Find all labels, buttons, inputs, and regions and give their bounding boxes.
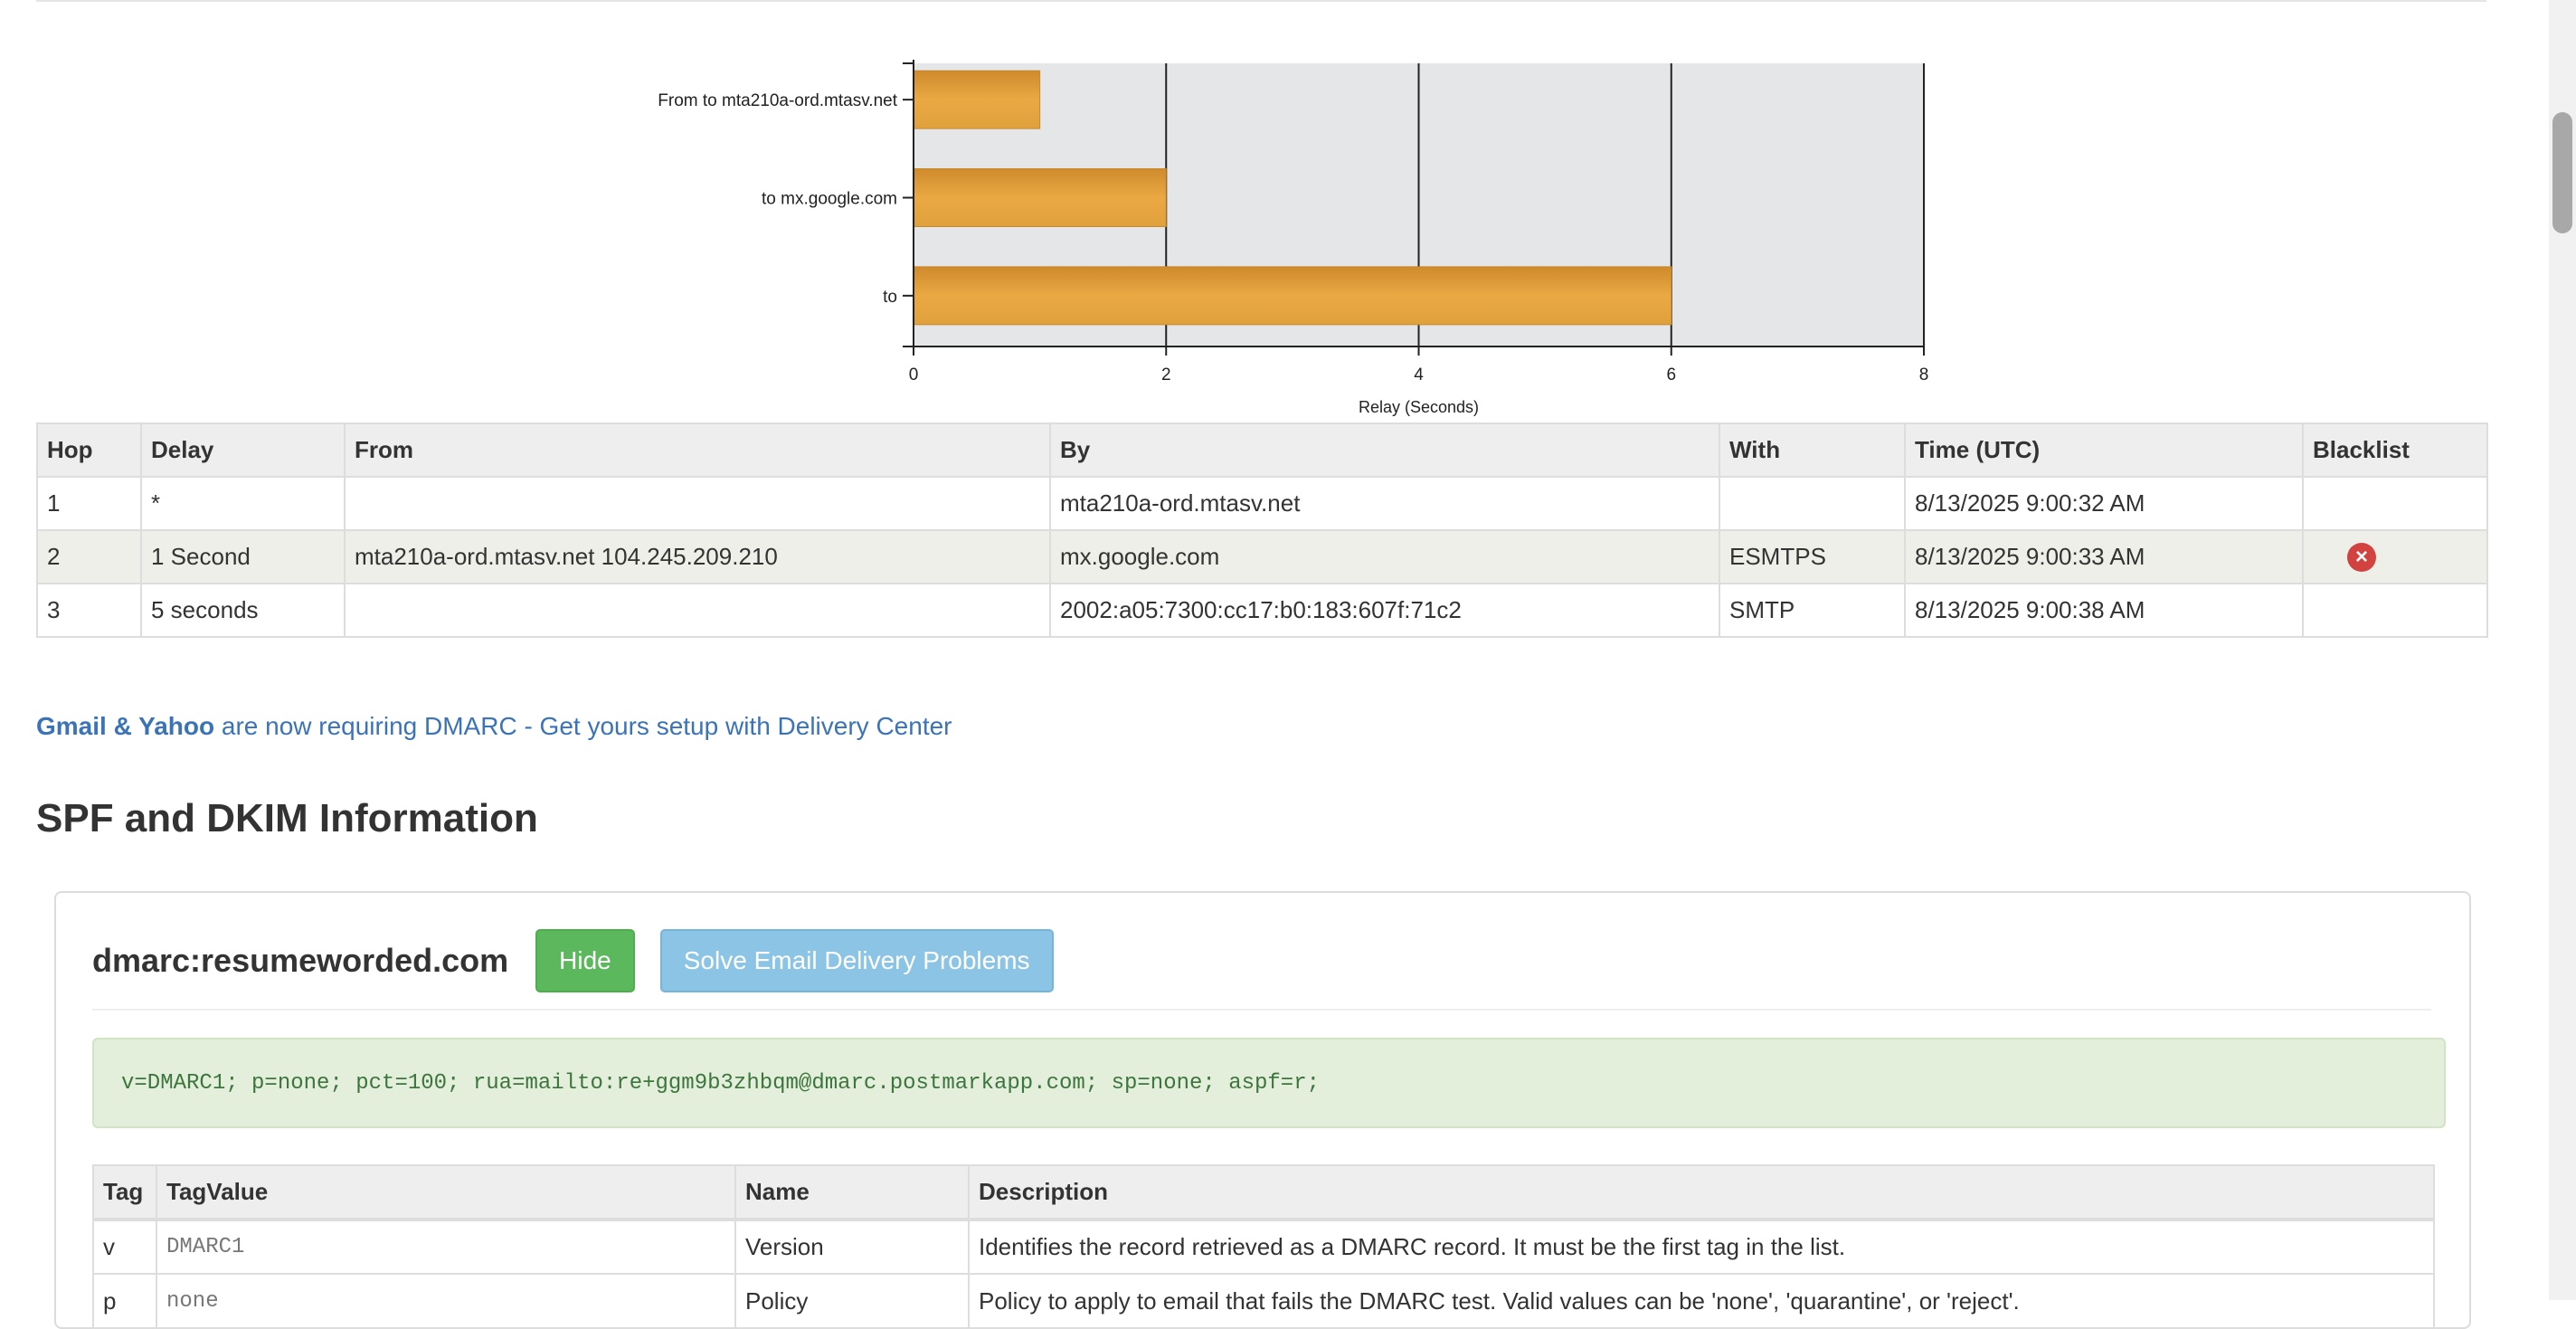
time-cell: 8/13/2025 9:00:32 AM xyxy=(1904,476,2304,531)
relay-chart: From to mta210a-ord.mtasv.net to mx.googl… xyxy=(658,60,1929,416)
col-blacklist: Blacklist xyxy=(2302,422,2488,478)
table-header-row: Tag TagValue Name Description xyxy=(92,1164,2435,1221)
x-circle-icon[interactable]: × xyxy=(2347,543,2376,572)
delay-cell: 1 Second xyxy=(140,529,346,584)
hops-table: Hop Delay From By With Time (UTC) Blackl… xyxy=(36,422,2488,638)
blacklist-cell xyxy=(2302,476,2488,531)
tagvalue-cell: DMARC1 xyxy=(156,1219,736,1275)
blacklist-cell: × xyxy=(2302,529,2488,584)
col-description: Description xyxy=(968,1164,2435,1221)
time-cell: 8/13/2025 9:00:38 AM xyxy=(1904,583,2304,638)
col-time: Time (UTC) xyxy=(1904,422,2304,478)
chart-xtick-label: 0 xyxy=(909,365,919,384)
tagvalue-cell: none xyxy=(156,1273,736,1329)
delay-cell: * xyxy=(140,476,346,531)
by-cell: 2002:a05:7300:cc17:b0:183:607f:71c2 xyxy=(1049,583,1720,638)
panel-title: dmarc:resumeworded.com xyxy=(92,942,509,979)
blacklist-cell xyxy=(2302,583,2488,638)
by-cell: mx.google.com xyxy=(1049,529,1720,584)
table-row: 1 * mta210a-ord.mtasv.net 8/13/2025 9:00… xyxy=(36,476,2488,531)
col-tagvalue: TagValue xyxy=(156,1164,736,1221)
section-title: SPF and DKIM Information xyxy=(36,796,538,840)
table-row: v DMARC1 Version Identifies the record r… xyxy=(92,1219,2435,1275)
col-tag: Tag xyxy=(92,1164,157,1221)
table-header-row: Hop Delay From By With Time (UTC) Blackl… xyxy=(36,422,2488,478)
table-row: 2 1 Second mta210a-ord.mtasv.net 104.245… xyxy=(36,529,2488,584)
description-cell: Identifies the record retrieved as a DMA… xyxy=(968,1219,2435,1275)
with-cell: SMTP xyxy=(1719,583,1906,638)
hide-button[interactable]: Hide xyxy=(535,929,635,992)
chart-ytick-label: to xyxy=(883,288,897,307)
page: From to mta210a-ord.mtasv.net to mx.googl… xyxy=(0,0,2576,1329)
col-by: By xyxy=(1049,422,1720,478)
scrollbar[interactable] xyxy=(2549,0,2576,1300)
chart-ytick-label: to mx.google.com xyxy=(762,190,897,209)
chart-ytick-label: From to mta210a-ord.mtasv.net xyxy=(658,91,897,110)
table-row: p none Policy Policy to apply to email t… xyxy=(92,1273,2435,1329)
solve-delivery-button[interactable]: Solve Email Delivery Problems xyxy=(659,929,1054,992)
col-name: Name xyxy=(734,1164,970,1221)
with-cell: ESMTPS xyxy=(1719,529,1906,584)
with-cell xyxy=(1719,476,1906,531)
delay-cell: 5 seconds xyxy=(140,583,346,638)
chart-xtick-label: 8 xyxy=(1919,365,1929,384)
dmarc-promo-link[interactable]: Gmail & Yahoo are now requiring DMARC - … xyxy=(36,712,952,741)
name-cell: Policy xyxy=(734,1273,970,1329)
col-delay: Delay xyxy=(140,422,346,478)
chart-xtick-label: 2 xyxy=(1161,365,1171,384)
tag-cell: p xyxy=(92,1273,157,1329)
chart-bar xyxy=(913,70,1041,129)
dmarc-panel: dmarc:resumeworded.com Hide Solve Email … xyxy=(54,891,2471,1329)
chart-bar xyxy=(913,266,1672,326)
divider xyxy=(36,0,2486,2)
table-row: 3 5 seconds 2002:a05:7300:cc17:b0:183:60… xyxy=(36,583,2488,638)
col-from: From xyxy=(344,422,1051,478)
name-cell: Version xyxy=(734,1219,970,1275)
dmarc-tags-table: Tag TagValue Name Description v DMARC1 V… xyxy=(92,1164,2435,1329)
col-with: With xyxy=(1719,422,1906,478)
hop-cell: 3 xyxy=(36,583,142,638)
hop-cell: 2 xyxy=(36,529,142,584)
chart-x-label: Relay (Seconds) xyxy=(1359,398,1479,416)
promo-bold[interactable]: Gmail & Yahoo xyxy=(36,712,214,740)
chart-bar xyxy=(913,168,1167,227)
from-cell: mta210a-ord.mtasv.net 104.245.209.210 xyxy=(344,529,1051,584)
tag-cell: v xyxy=(92,1219,157,1275)
col-hop: Hop xyxy=(36,422,142,478)
from-cell xyxy=(344,583,1051,638)
chart-xtick-label: 4 xyxy=(1414,365,1424,384)
divider xyxy=(92,1009,2431,1011)
time-cell: 8/13/2025 9:00:33 AM xyxy=(1904,529,2304,584)
scrollbar-thumb[interactable] xyxy=(2552,112,2572,233)
description-cell: Policy to apply to email that fails the … xyxy=(968,1273,2435,1329)
panel-header: dmarc:resumeworded.com Hide Solve Email … xyxy=(92,929,1079,992)
chart-xtick-label: 6 xyxy=(1666,365,1676,384)
hop-cell: 1 xyxy=(36,476,142,531)
by-cell: mta210a-ord.mtasv.net xyxy=(1049,476,1720,531)
from-cell xyxy=(344,476,1051,531)
promo-text[interactable]: are now requiring DMARC - Get yours setu… xyxy=(214,712,952,740)
dmarc-record: v=DMARC1; p=none; pct=100; rua=mailto:re… xyxy=(92,1038,2446,1128)
